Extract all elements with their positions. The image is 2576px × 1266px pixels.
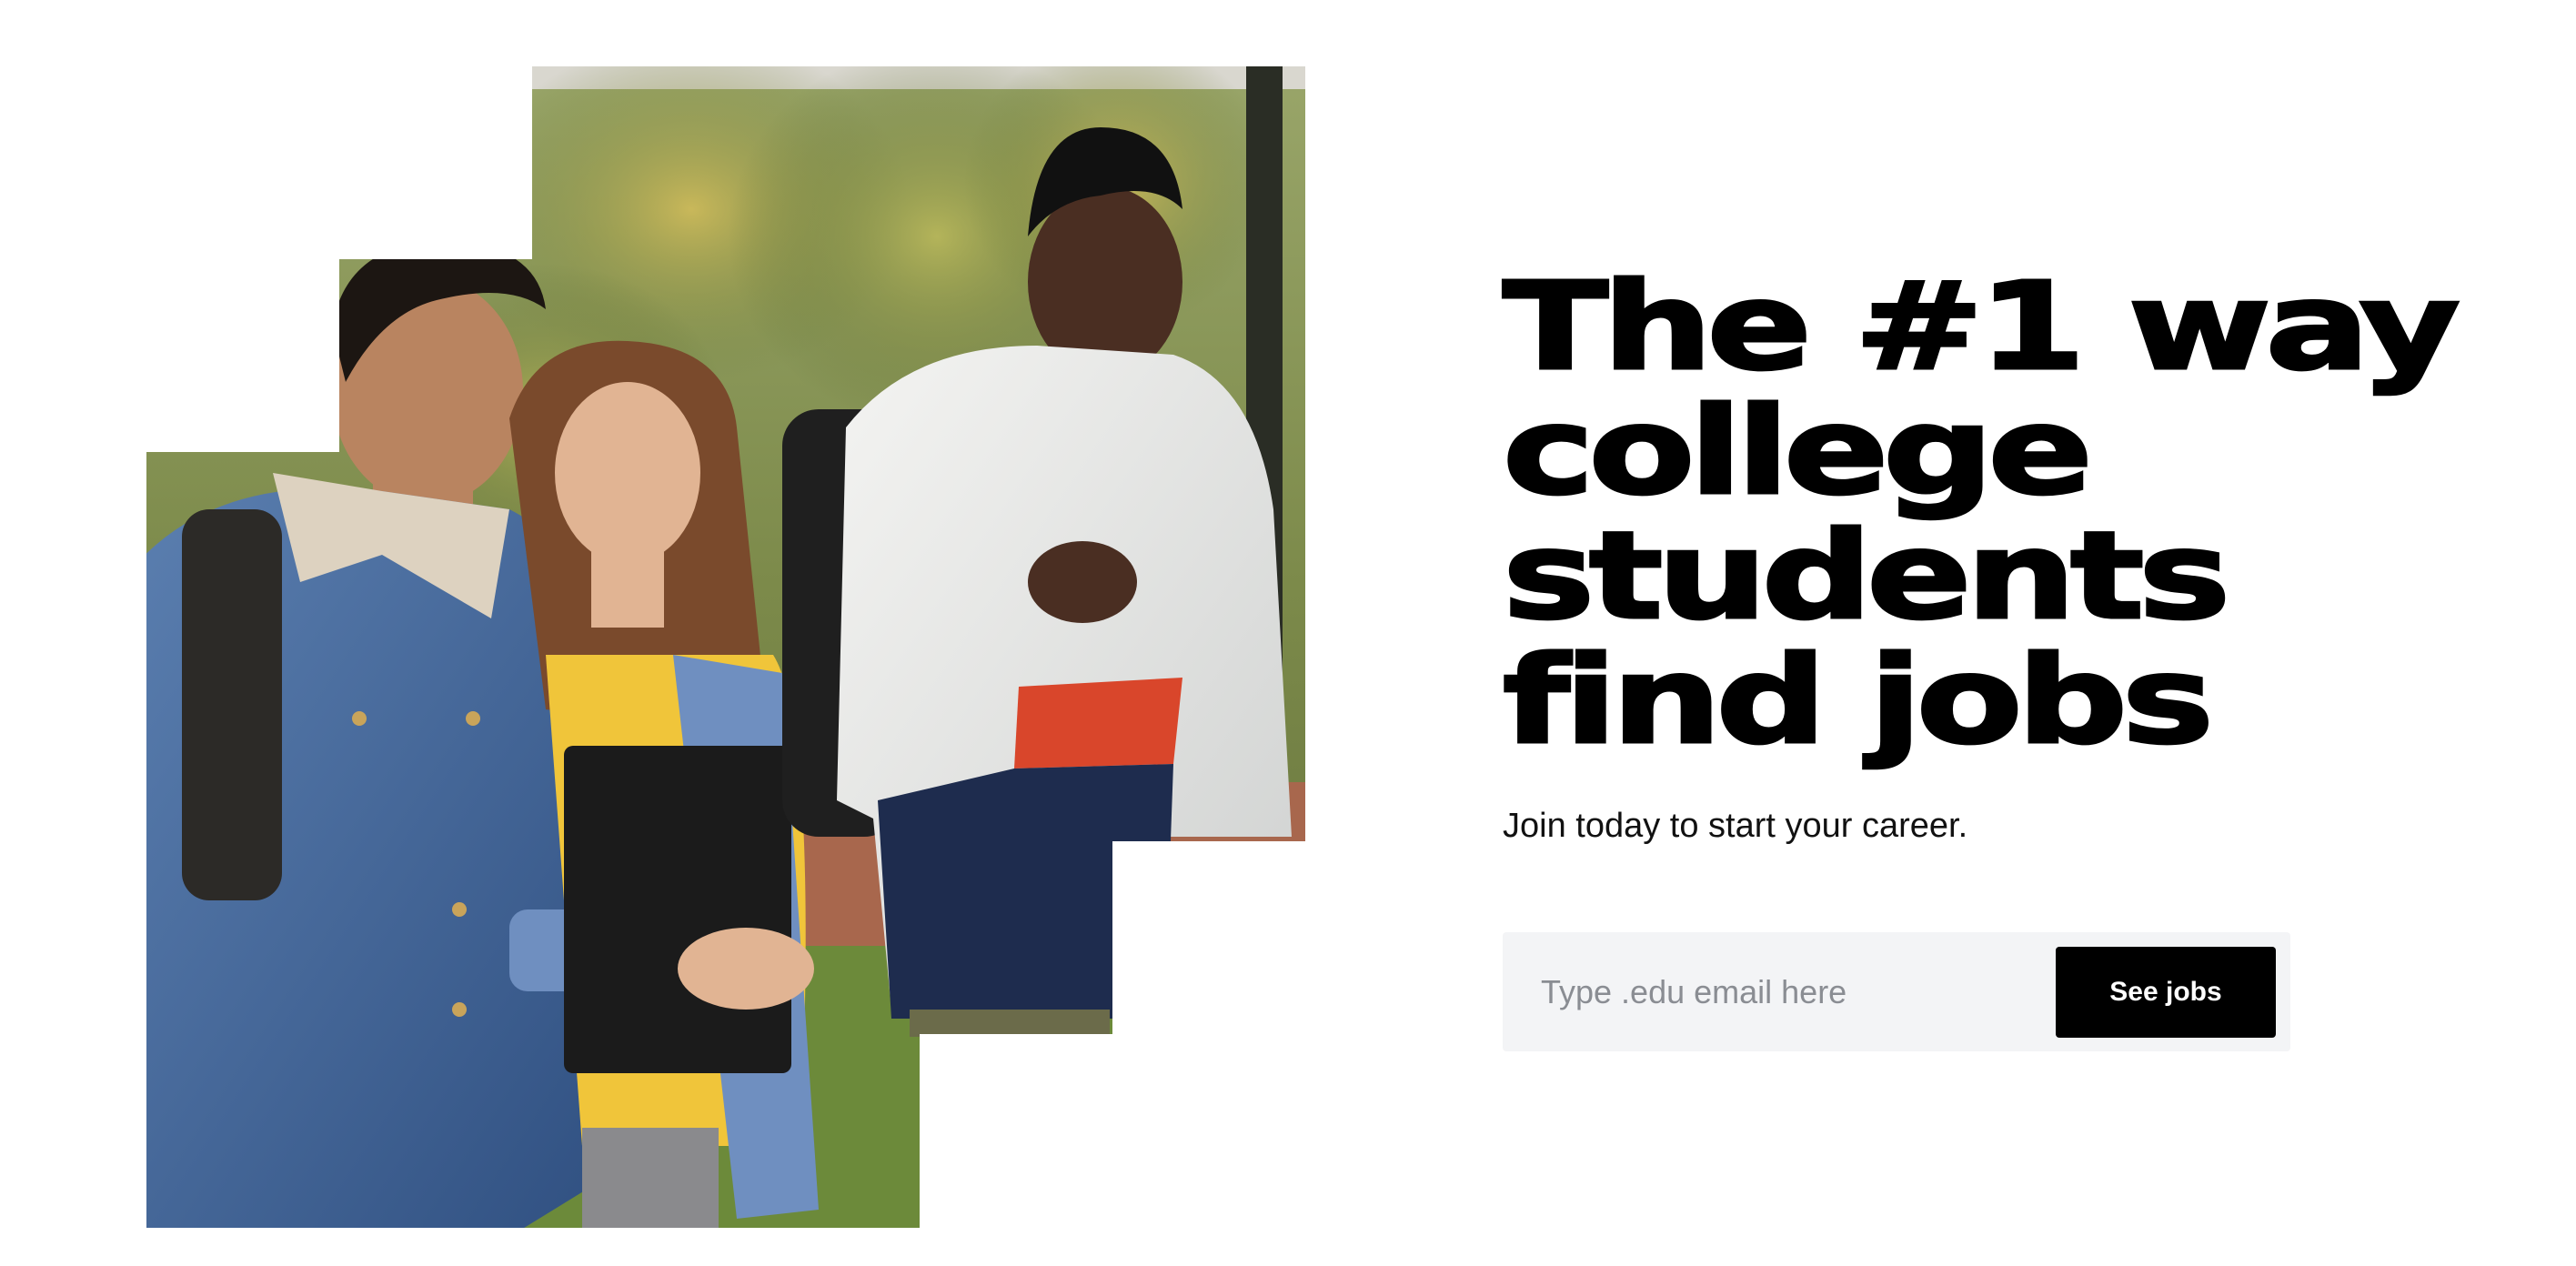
hero-title: The #1 way college students find jobs [1501,257,2576,771]
students-photo [0,0,1319,1266]
signup-form: See jobs [1503,932,2290,1051]
hero-title-line: The #1 way [1501,257,2462,397]
hero-title-line: students [1501,507,2232,647]
hero-section: The #1 way college students find jobs Jo… [1501,264,2467,1051]
email-input[interactable] [1503,932,2048,1051]
landing-page: The #1 way college students find jobs Jo… [0,0,2576,1266]
see-jobs-button[interactable]: See jobs [2056,947,2276,1038]
hero-subtitle: Join today to start your career. [1503,807,1968,845]
hero-title-line: college [1501,382,2095,522]
hero-title-line: find jobs [1501,631,2216,771]
